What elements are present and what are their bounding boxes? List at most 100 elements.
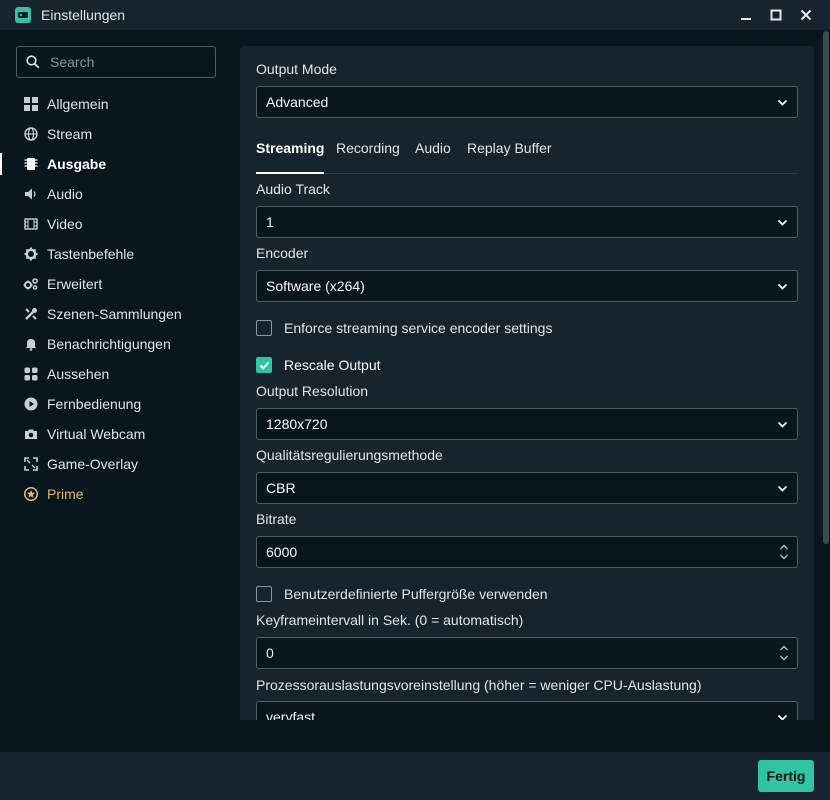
- audio-track-select[interactable]: 1: [256, 206, 798, 238]
- sidebar-item-tastenbefehle[interactable]: Tastenbefehle: [0, 239, 230, 269]
- custom-buffer-row[interactable]: Benutzerdefinierte Puffergröße verwenden: [256, 586, 548, 602]
- sidebar-item-label: Virtual Webcam: [47, 426, 146, 442]
- sidebar-item-label: Benachrichtigungen: [47, 336, 171, 352]
- grid-icon: [23, 96, 39, 112]
- sidebar-nav: Allgemein Stream Ausgabe Audio Video Tas…: [0, 89, 230, 509]
- sidebar-item-label: Audio: [47, 186, 83, 202]
- sidebar-item-game-overlay[interactable]: Game-Overlay: [0, 449, 230, 479]
- content-scrollbar[interactable]: [821, 30, 830, 752]
- settings-sidebar: Allgemein Stream Ausgabe Audio Video: [0, 30, 230, 752]
- sidebar-item-fernbedienung[interactable]: Fernbedienung: [0, 389, 230, 419]
- streamlabs-logo-icon: [15, 7, 31, 23]
- keyframe-label: Keyframeintervall in Sek. (0 = automatis…: [256, 612, 524, 628]
- play-circle-icon: [23, 396, 39, 412]
- sidebar-item-video[interactable]: Video: [0, 209, 230, 239]
- camera-icon: [23, 426, 39, 442]
- tab-audio[interactable]: Audio: [415, 140, 451, 174]
- minimize-icon: [741, 18, 751, 20]
- sidebar-item-allgemein[interactable]: Allgemein: [0, 89, 230, 119]
- spinner-arrows-icon[interactable]: [779, 543, 789, 561]
- tab-replay-buffer[interactable]: Replay Buffer: [467, 140, 552, 174]
- output-resolution-label: Output Resolution: [256, 383, 369, 399]
- chevron-down-icon: [777, 714, 788, 720]
- checkmark-icon: [259, 361, 269, 370]
- film-icon: [23, 216, 39, 232]
- sidebar-item-label: Video: [47, 216, 83, 232]
- sidebar-item-label: Szenen-Sammlungen: [47, 306, 182, 322]
- close-button[interactable]: [796, 5, 816, 25]
- sidebar-item-szenen-sammlungen[interactable]: Szenen-Sammlungen: [0, 299, 230, 329]
- enforce-encoder-label: Enforce streaming service encoder settin…: [284, 320, 553, 336]
- enforce-encoder-settings-row[interactable]: Enforce streaming service encoder settin…: [256, 320, 552, 336]
- output-mode-select[interactable]: Advanced: [256, 86, 798, 118]
- sidebar-item-erweitert[interactable]: Erweitert: [0, 269, 230, 299]
- audio-track-label: Audio Track: [256, 181, 330, 197]
- expand-icon: [23, 456, 39, 472]
- bell-icon: [23, 336, 39, 352]
- sidebar-item-label: Game-Overlay: [47, 456, 139, 472]
- cpu-preset-label: Prozessorauslastungsvoreinstellung (höhe…: [256, 677, 702, 693]
- chevron-down-icon: [777, 99, 788, 106]
- gears-icon: [23, 276, 39, 292]
- done-button[interactable]: Fertig: [758, 760, 814, 792]
- scrollbar-thumb[interactable]: [823, 31, 829, 544]
- enforce-encoder-checkbox[interactable]: [256, 320, 272, 336]
- encoder-label: Encoder: [256, 245, 309, 261]
- search-icon: [26, 55, 40, 69]
- minimize-button[interactable]: [736, 5, 756, 25]
- rescale-output-checkbox[interactable]: [256, 357, 272, 373]
- custom-buffer-label: Benutzerdefinierte Puffergröße verwenden: [284, 586, 548, 602]
- output-resolution-select[interactable]: 1280x720: [256, 408, 798, 440]
- output-tabs: Streaming Recording Audio Replay Buffer: [256, 134, 798, 174]
- bitrate-label: Bitrate: [256, 511, 297, 527]
- output-mode-value: Advanced: [266, 94, 329, 110]
- settings-content: Output Mode Advanced Streaming Recording…: [240, 46, 814, 720]
- sidebar-item-label: Erweitert: [47, 276, 103, 292]
- prime-icon: [23, 486, 39, 502]
- sidebar-item-label: Ausgabe: [47, 156, 107, 172]
- title-bar: Einstellungen: [0, 0, 830, 30]
- tools-icon: [23, 306, 39, 322]
- chip-icon: [23, 156, 39, 172]
- bitrate-input[interactable]: 6000: [256, 536, 798, 568]
- gear-icon: [23, 246, 39, 262]
- search-box[interactable]: [16, 46, 216, 78]
- rate-control-label: Qualitätsregulierungsmethode: [256, 447, 443, 463]
- spinner-arrows-icon[interactable]: [779, 644, 789, 662]
- dialog-footer: Fertig: [0, 752, 830, 800]
- chevron-down-icon: [777, 219, 788, 226]
- rate-control-select[interactable]: CBR: [256, 472, 798, 504]
- globe-icon: [23, 126, 39, 142]
- search-input[interactable]: [50, 54, 200, 70]
- output-resolution-value: 1280x720: [266, 416, 328, 432]
- close-icon: [800, 9, 812, 21]
- output-mode-label: Output Mode: [256, 61, 337, 77]
- sidebar-item-audio[interactable]: Audio: [0, 179, 230, 209]
- tab-recording[interactable]: Recording: [336, 140, 400, 174]
- sidebar-item-label: Allgemein: [47, 96, 109, 112]
- sidebar-item-label: Prime: [47, 486, 84, 502]
- encoder-select[interactable]: Software (x264): [256, 270, 798, 302]
- audio-track-value: 1: [266, 214, 274, 230]
- sidebar-item-prime[interactable]: Prime: [0, 479, 230, 509]
- sidebar-item-aussehen[interactable]: Aussehen: [0, 359, 230, 389]
- rate-control-value: CBR: [266, 480, 296, 496]
- sidebar-item-virtual-webcam[interactable]: Virtual Webcam: [0, 419, 230, 449]
- rescale-output-label: Rescale Output: [284, 357, 381, 373]
- cpu-preset-select[interactable]: veryfast: [256, 701, 798, 720]
- sidebar-item-label: Tastenbefehle: [47, 246, 135, 262]
- window-title: Einstellungen: [41, 7, 126, 23]
- sidebar-item-ausgabe[interactable]: Ausgabe: [0, 149, 230, 179]
- chevron-down-icon: [777, 283, 788, 290]
- apps-icon: [23, 366, 39, 382]
- rescale-output-row[interactable]: Rescale Output: [256, 357, 381, 373]
- sidebar-item-benachrichtigungen[interactable]: Benachrichtigungen: [0, 329, 230, 359]
- custom-buffer-checkbox[interactable]: [256, 586, 272, 602]
- encoder-value: Software (x264): [266, 278, 365, 294]
- speaker-icon: [23, 186, 39, 202]
- keyframe-input[interactable]: 0: [256, 637, 798, 669]
- tab-streaming[interactable]: Streaming: [256, 140, 325, 174]
- sidebar-item-label: Fernbedienung: [47, 396, 142, 412]
- sidebar-item-stream[interactable]: Stream: [0, 119, 230, 149]
- maximize-button[interactable]: [766, 5, 786, 25]
